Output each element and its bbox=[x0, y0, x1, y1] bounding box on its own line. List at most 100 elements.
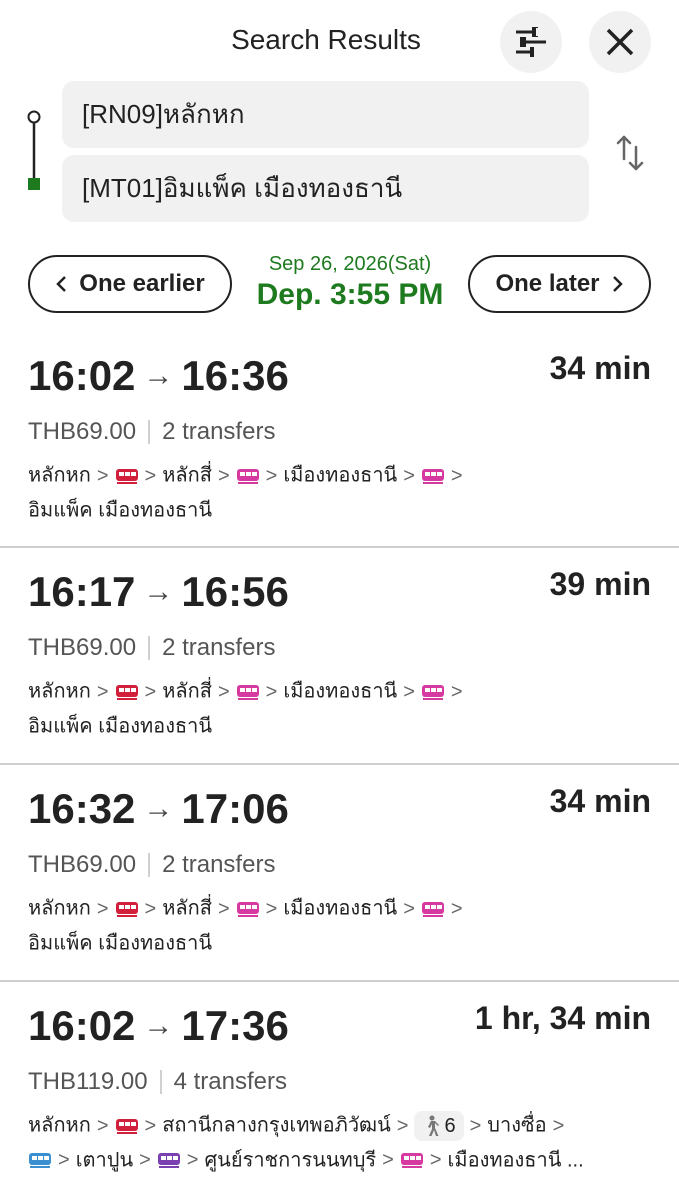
divider bbox=[148, 853, 151, 877]
chevron-right-icon: > bbox=[552, 1114, 565, 1137]
chevron-right-icon bbox=[612, 276, 623, 292]
result-card[interactable]: 16:17 → 16:56 39 min THB69.00 2 transfer… bbox=[0, 546, 679, 765]
chevron-right-icon: > bbox=[265, 897, 278, 920]
chevron-right-icon: > bbox=[403, 680, 415, 703]
station-name: เมืองทองธานี bbox=[283, 897, 398, 920]
train-icon bbox=[236, 468, 259, 484]
train-icon bbox=[157, 1153, 180, 1169]
station-name: หลักสี่ bbox=[162, 897, 212, 920]
header: Search Results bbox=[0, 0, 679, 80]
walk-minutes: 6 bbox=[444, 1114, 456, 1137]
station-name: เมืองทองธานี bbox=[283, 680, 398, 703]
station-name: เตาปูน bbox=[75, 1149, 134, 1172]
trip-duration: 39 min bbox=[549, 566, 651, 602]
station-name: อิมแพ็ค เมืองทองธานี bbox=[28, 499, 213, 522]
route-path: หลักหก > > สถานีกลางกรุงเทพอภิวัฒน์ >6 > บางซื… bbox=[28, 1108, 648, 1177]
station-name: หลักสี่ bbox=[162, 680, 212, 703]
departure-time-label: Dep. 3:55 PM bbox=[256, 278, 444, 311]
station-name: ศูนย์ราชการนนทบุรี bbox=[204, 1149, 377, 1172]
chevron-right-icon: > bbox=[96, 897, 109, 920]
one-earlier-button[interactable]: One earlier bbox=[28, 255, 232, 313]
chevron-right-icon: > bbox=[186, 1149, 199, 1172]
transfer-count: 2 transfers bbox=[162, 851, 276, 878]
trip-duration: 1 hr, 34 min bbox=[474, 1000, 651, 1036]
chevron-right-icon: > bbox=[265, 464, 278, 487]
result-times: 16:02 → 16:36 bbox=[28, 352, 289, 400]
arrow-right-icon: → bbox=[143, 575, 174, 608]
train-icon bbox=[115, 1118, 138, 1134]
train-icon bbox=[236, 684, 259, 700]
train-icon bbox=[400, 1153, 423, 1169]
divider bbox=[148, 636, 151, 660]
departure-time: 16:02 bbox=[28, 352, 136, 399]
fare-row: THB69.00 2 transfers bbox=[28, 851, 275, 879]
fare-row: THB69.00 2 transfers bbox=[28, 418, 275, 446]
departure-time: 16:32 bbox=[28, 785, 136, 832]
station-name: บางซื่อ bbox=[487, 1114, 547, 1137]
fare-row: THB119.00 4 transfers bbox=[28, 1068, 287, 1096]
train-icon bbox=[115, 901, 138, 917]
result-times: 16:32 → 17:06 bbox=[28, 785, 289, 833]
chevron-right-icon: > bbox=[403, 464, 415, 487]
train-icon bbox=[421, 468, 444, 484]
station-name: อิมแพ็ค เมืองทองธานี bbox=[28, 932, 213, 955]
trip-duration: 34 min bbox=[549, 783, 651, 819]
station-name: หลักหก bbox=[28, 680, 91, 703]
train-icon bbox=[421, 684, 444, 700]
route-path: หลักหก > > หลักสี่ > > เมืองทองธานี > > อิมแพ็ค เ… bbox=[28, 891, 648, 960]
sliders-icon bbox=[514, 27, 548, 57]
to-station-field[interactable]: [MT01]อิมแพ็ค เมืองทองธานี bbox=[62, 155, 589, 222]
chevron-right-icon: > bbox=[217, 680, 230, 703]
chevron-right-icon: > bbox=[58, 1149, 70, 1172]
search-date: Sep 26, 2026(Sat) bbox=[268, 253, 432, 275]
chevron-right-icon: > bbox=[144, 464, 157, 487]
departure-time: 16:02 bbox=[28, 1002, 136, 1049]
from-station-field[interactable]: [RN09]หลักหก bbox=[62, 81, 589, 148]
result-card[interactable]: 16:02 → 17:36 1 hr, 34 min THB119.00 4 t… bbox=[0, 980, 679, 1202]
arrow-right-icon: → bbox=[143, 1009, 174, 1042]
chevron-right-icon: > bbox=[429, 1149, 442, 1172]
walking-person-icon bbox=[428, 1115, 440, 1136]
departure-time-button[interactable]: Dep. 3:55 PM bbox=[232, 278, 468, 312]
one-later-button[interactable]: One later bbox=[468, 255, 651, 313]
transfer-count: 4 transfers bbox=[173, 1068, 288, 1095]
divider bbox=[148, 420, 151, 444]
chevron-right-icon: > bbox=[265, 680, 278, 703]
from-station-label: [RN09]หลักหก bbox=[82, 99, 245, 129]
chevron-right-icon: > bbox=[450, 680, 463, 703]
result-card[interactable]: 16:32 → 17:06 34 min THB69.00 2 transfer… bbox=[0, 763, 679, 982]
route-path: หลักหก > > หลักสี่ > > เมืองทองธานี > > อิมแพ็ค เ… bbox=[28, 674, 648, 743]
chevron-right-icon: > bbox=[144, 680, 157, 703]
transfer-count: 2 transfers bbox=[162, 418, 276, 445]
swap-icon[interactable] bbox=[615, 133, 645, 173]
arrival-time: 16:56 bbox=[181, 568, 289, 615]
chevron-right-icon: > bbox=[96, 1114, 109, 1137]
fare-amount: THB69.00 bbox=[28, 418, 137, 445]
train-icon bbox=[115, 468, 138, 484]
arrival-time: 17:36 bbox=[181, 1002, 289, 1049]
chevron-right-icon: > bbox=[403, 897, 415, 920]
chevron-right-icon: > bbox=[396, 1114, 409, 1137]
chevron-right-icon: > bbox=[144, 1114, 157, 1137]
chevron-right-icon: > bbox=[139, 1149, 151, 1172]
station-name: เมืองทองธานี ... bbox=[447, 1149, 584, 1172]
chevron-right-icon: > bbox=[450, 897, 463, 920]
chevron-right-icon: > bbox=[217, 464, 230, 487]
arrow-right-icon: → bbox=[143, 359, 174, 392]
chevron-right-icon: > bbox=[217, 897, 230, 920]
filter-button[interactable] bbox=[500, 11, 562, 73]
close-icon bbox=[606, 28, 634, 56]
departure-time: 16:17 bbox=[28, 568, 136, 615]
station-name: หลักหก bbox=[28, 464, 91, 487]
station-name: หลักหก bbox=[28, 897, 91, 920]
fare-amount: THB69.00 bbox=[28, 634, 137, 661]
arrival-time: 16:36 bbox=[181, 352, 289, 399]
divider bbox=[159, 1070, 162, 1094]
close-button[interactable] bbox=[589, 11, 651, 73]
chevron-right-icon: > bbox=[144, 897, 157, 920]
fare-amount: THB119.00 bbox=[28, 1068, 148, 1095]
to-station-label: [MT01]อิมแพ็ค เมืองทองธานี bbox=[82, 173, 403, 203]
train-icon bbox=[421, 901, 444, 917]
chevron-right-icon: > bbox=[96, 464, 109, 487]
result-card[interactable]: 16:02 → 16:36 34 min THB69.00 2 transfer… bbox=[0, 332, 679, 546]
